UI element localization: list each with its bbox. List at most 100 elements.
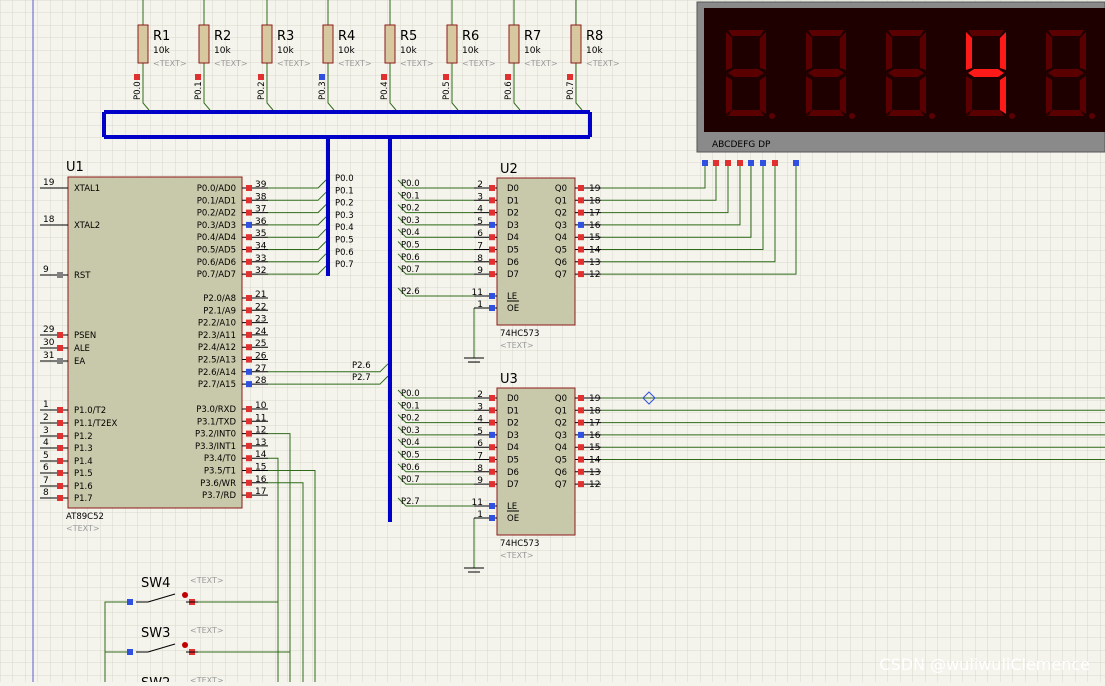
latch-le-pin-marker[interactable] — [489, 293, 495, 299]
u1-right-pin-marker[interactable] — [246, 234, 252, 241]
latch-q-pin-marker[interactable] — [578, 221, 584, 228]
latch-d-pin-marker[interactable] — [489, 234, 495, 241]
latch-d-pin-marker[interactable] — [489, 481, 495, 488]
latch-q-pin-marker[interactable] — [578, 407, 584, 414]
display-pin-marker[interactable] — [793, 160, 799, 166]
resistor-pin-marker[interactable] — [567, 74, 573, 80]
display-pin-marker[interactable] — [737, 160, 743, 166]
u1-left-pin-marker[interactable] — [57, 358, 63, 364]
latch-q-pin-marker[interactable] — [578, 185, 584, 191]
u1-right-pin-marker[interactable] — [246, 271, 252, 278]
latch-oe-pin-marker[interactable] — [489, 515, 495, 521]
u1-right-pin-marker[interactable] — [246, 356, 252, 363]
latch-q-pin-marker[interactable] — [578, 431, 584, 438]
u1-right-pin-marker[interactable] — [246, 221, 252, 228]
latch-q-pin-marker[interactable] — [578, 246, 584, 253]
u1-left-pin-marker[interactable] — [57, 495, 63, 501]
latch-d-pin-marker[interactable] — [489, 419, 495, 426]
u1-right-pin-marker[interactable] — [246, 331, 252, 338]
switch-pin-marker[interactable] — [127, 649, 133, 655]
latch-d-pin-marker[interactable] — [489, 444, 495, 451]
display-pin-marker[interactable] — [772, 160, 778, 166]
u1-right-pin-marker[interactable] — [246, 442, 252, 449]
latch-q-pin-marker[interactable] — [578, 234, 584, 241]
u1-right-pin-marker[interactable] — [246, 492, 252, 499]
u1-left-pin-marker[interactable] — [57, 483, 63, 489]
resistor-body[interactable] — [508, 24, 520, 64]
resistor-body[interactable] — [198, 24, 210, 64]
resistor-pin-marker[interactable] — [381, 74, 387, 80]
u1-right-pin-marker[interactable] — [246, 467, 252, 474]
resistor-body[interactable] — [137, 24, 149, 64]
u1-left-pin-marker[interactable] — [57, 470, 63, 476]
u1-left-pin-marker[interactable] — [57, 420, 63, 426]
u1-right-pin-marker[interactable] — [246, 368, 252, 375]
u1-right-pin-marker[interactable] — [246, 295, 252, 301]
u1-right-pin-marker[interactable] — [246, 381, 252, 388]
display-pin-marker[interactable] — [748, 160, 754, 166]
latch-d-pin-marker[interactable] — [489, 221, 495, 228]
latch-q-pin-marker[interactable] — [578, 258, 584, 265]
latch-d-pin-marker[interactable] — [489, 271, 495, 278]
u1-left-pin-marker[interactable] — [57, 272, 63, 278]
u1-right-pin-marker[interactable] — [246, 455, 252, 462]
resistor-pin-marker[interactable] — [258, 74, 264, 80]
resistor-pin-marker[interactable] — [195, 74, 201, 80]
resistor-pin-marker[interactable] — [319, 74, 325, 80]
u1-right-pin-marker[interactable] — [246, 418, 252, 425]
schematic-svg[interactable]: R1 10k <TEXT> P0.0 R2 10k <TEXT> P0.1 R3 10k <TEXT… — [0, 0, 1105, 686]
u1-right-pin-marker[interactable] — [246, 185, 252, 191]
u1-right-pin-marker[interactable] — [246, 258, 252, 265]
latch-d-pin-marker[interactable] — [489, 407, 495, 414]
switch-pin-marker[interactable] — [127, 599, 133, 605]
latch-oe-pin-marker[interactable] — [489, 305, 495, 311]
switch-contact[interactable] — [182, 642, 188, 648]
u1-right-pin-marker[interactable] — [246, 319, 252, 326]
u1-left-pin-marker[interactable] — [57, 332, 63, 338]
latch-d-pin-marker[interactable] — [489, 456, 495, 463]
u1-right-pin-marker[interactable] — [246, 246, 252, 253]
switch-contact[interactable] — [182, 592, 188, 598]
schematic-canvas[interactable]: R1 10k <TEXT> P0.0 R2 10k <TEXT> P0.1 R3 10k <TEXT… — [0, 0, 1105, 686]
latch-q-pin-marker[interactable] — [578, 395, 584, 401]
u1-left-pin-marker[interactable] — [57, 458, 63, 464]
resistor-pin-marker[interactable] — [505, 74, 511, 80]
latch-d-pin-marker[interactable] — [489, 246, 495, 253]
display-pin-marker[interactable] — [725, 160, 731, 166]
resistor-pin-marker[interactable] — [443, 74, 449, 80]
latch-q-pin-marker[interactable] — [578, 444, 584, 451]
u1-right-pin-marker[interactable] — [246, 307, 252, 314]
u1-left-pin-marker[interactable] — [57, 345, 63, 351]
u1-right-pin-marker[interactable] — [246, 344, 252, 351]
latch-q-pin-marker[interactable] — [578, 419, 584, 426]
u1-right-pin-marker[interactable] — [246, 197, 252, 204]
latch-d-pin-marker[interactable] — [489, 197, 495, 204]
latch-d-pin-marker[interactable] — [489, 468, 495, 475]
u1-left-pin-marker[interactable] — [57, 433, 63, 439]
u1-right-pin-marker[interactable] — [246, 406, 252, 412]
resistor-body[interactable] — [446, 24, 458, 64]
u1-right-pin-marker[interactable] — [246, 479, 252, 486]
u1-left-pin-marker[interactable] — [57, 407, 63, 413]
latch-d-pin-marker[interactable] — [489, 395, 495, 401]
u1-right-pin-marker[interactable] — [246, 209, 252, 216]
display-pin-marker[interactable] — [713, 160, 719, 166]
resistor-body[interactable] — [570, 24, 582, 64]
latch-d-pin-marker[interactable] — [489, 209, 495, 216]
u1-left-pin-marker[interactable] — [57, 445, 63, 451]
u1-right-pin-marker[interactable] — [246, 430, 252, 437]
latch-q-pin-marker[interactable] — [578, 209, 584, 216]
latch-q-pin-marker[interactable] — [578, 197, 584, 204]
latch-q-pin-marker[interactable] — [578, 456, 584, 463]
latch-le-pin-marker[interactable] — [489, 503, 495, 509]
latch-d-pin-marker[interactable] — [489, 185, 495, 191]
display-pin-marker[interactable] — [702, 160, 708, 166]
resistor-body[interactable] — [322, 24, 334, 64]
latch-q-pin-marker[interactable] — [578, 481, 584, 488]
resistor-body[interactable] — [384, 24, 396, 64]
latch-d-pin-marker[interactable] — [489, 431, 495, 438]
latch-q-pin-marker[interactable] — [578, 468, 584, 475]
latch-q-pin-marker[interactable] — [578, 271, 584, 278]
resistor-pin-marker[interactable] — [134, 74, 140, 80]
latch-d-pin-marker[interactable] — [489, 258, 495, 265]
